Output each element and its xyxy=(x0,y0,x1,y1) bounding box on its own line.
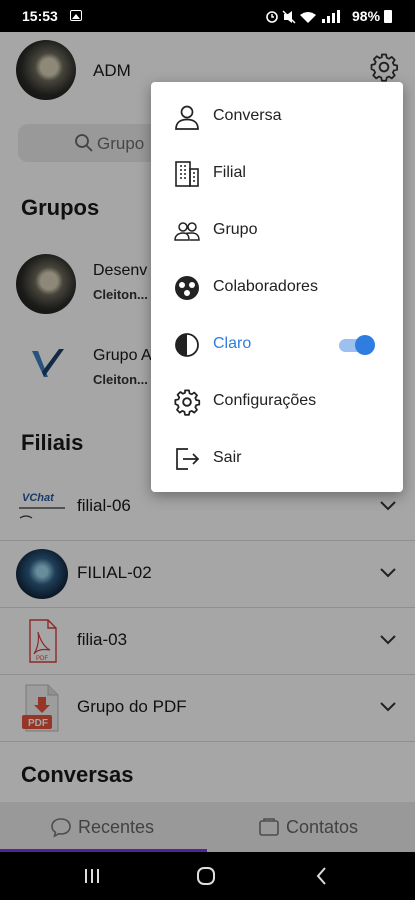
theme-contrast-icon xyxy=(175,333,199,357)
battery-level: 98% xyxy=(352,8,381,24)
settings-icon xyxy=(174,389,201,416)
recent-apps-icon[interactable] xyxy=(80,864,104,888)
menu-item-colaboradores[interactable]: Colaboradores xyxy=(151,260,403,316)
toggle-knob xyxy=(355,335,375,355)
options-menu: Conversa Filial Grupo Colaboradores Clar… xyxy=(151,82,403,492)
logout-icon xyxy=(176,448,200,470)
menu-label: Grupo xyxy=(213,221,258,238)
status-time: 15:53 xyxy=(22,8,58,24)
person-icon xyxy=(175,105,199,130)
menu-item-configuracoes[interactable]: Configurações xyxy=(151,374,403,430)
menu-label: Sair xyxy=(213,449,242,466)
menu-item-grupo[interactable]: Grupo xyxy=(151,203,403,259)
app-screen: ADM Grupo Grupos Desenv Cleiton... Grupo… xyxy=(0,32,415,852)
menu-label: Conversa xyxy=(213,107,282,124)
image-icon xyxy=(70,10,82,21)
home-icon[interactable] xyxy=(194,864,218,888)
status-icons xyxy=(266,10,340,24)
back-icon[interactable] xyxy=(310,864,334,888)
group-icon xyxy=(174,222,200,241)
menu-item-conversa[interactable]: Conversa xyxy=(151,89,403,145)
system-nav-bar xyxy=(0,852,415,900)
menu-item-filial[interactable]: Filial xyxy=(151,146,403,202)
building-icon xyxy=(175,161,199,187)
collaborators-icon xyxy=(175,276,199,300)
battery-icon xyxy=(384,10,392,23)
menu-label: Claro xyxy=(213,335,252,352)
menu-item-sair[interactable]: Sair xyxy=(151,431,403,487)
menu-label: Filial xyxy=(213,164,246,181)
menu-label: Configurações xyxy=(213,392,317,409)
status-bar: 15:53 98% xyxy=(0,0,415,32)
menu-item-claro[interactable]: Claro xyxy=(151,317,403,373)
theme-toggle[interactable] xyxy=(339,335,375,355)
menu-label: Colaboradores xyxy=(213,278,318,295)
